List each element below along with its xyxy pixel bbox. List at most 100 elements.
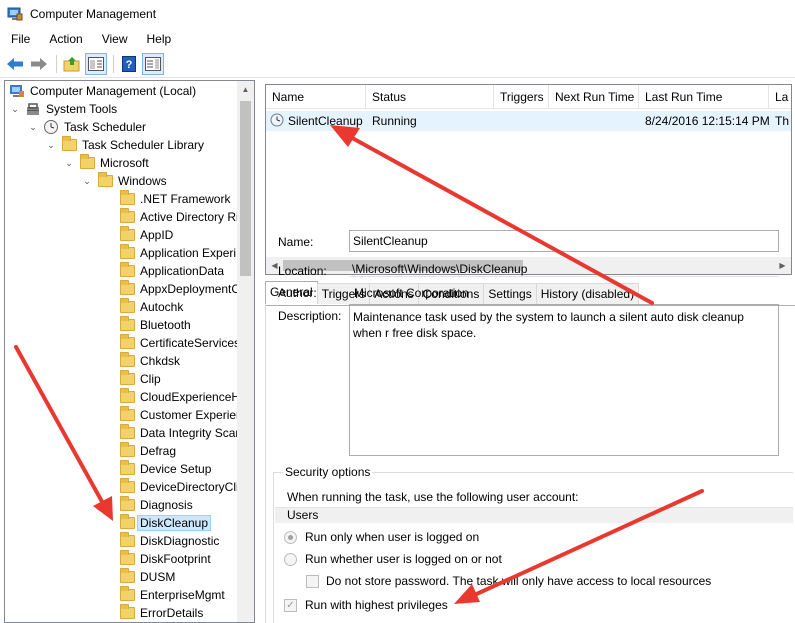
tree-item-label: Customer Experier: [140, 408, 241, 422]
chevron-down-icon[interactable]: ⌄: [81, 176, 93, 187]
show-action-pane-button[interactable]: [142, 52, 164, 75]
tab-history[interactable]: History (disabled): [535, 283, 640, 304]
show-hide-tree-button[interactable]: [85, 52, 107, 75]
tree-item-task-scheduler-library[interactable]: ⌄ Task Scheduler Library: [45, 136, 204, 154]
scroll-up-arrow-icon[interactable]: ▲: [237, 81, 254, 98]
scrollbar-thumb[interactable]: [240, 101, 251, 276]
author-label: Author:: [278, 286, 317, 300]
tree-item-folder[interactable]: AppID: [119, 226, 173, 244]
column-header-status[interactable]: Status: [366, 85, 494, 109]
tree-item-folder[interactable]: Application Experi: [119, 244, 236, 262]
checkbox-run-highest-privileges-label: Run with highest privileges: [305, 598, 448, 612]
folder-icon: [119, 208, 135, 225]
folder-icon: [119, 568, 135, 585]
tree-item-label: DUSM: [140, 570, 176, 584]
tree-item-diskcleanup[interactable]: DiskCleanup: [119, 514, 212, 532]
tree-item-folder[interactable]: CertificateServices: [119, 334, 240, 352]
tree-item-label: Bluetooth: [140, 318, 191, 332]
folder-icon: [119, 388, 135, 405]
folder-icon: [97, 172, 113, 189]
tree-item-folder[interactable]: Clip: [119, 370, 161, 388]
column-header-last-run-time[interactable]: Last Run Time: [639, 85, 769, 109]
help-button[interactable]: ?: [118, 53, 140, 75]
menu-action[interactable]: Action: [38, 32, 90, 46]
table-row[interactable]: SilentCleanup Running 8/24/2016 12:15:14…: [266, 111, 791, 131]
tree-item-label: System Tools: [46, 102, 118, 116]
radio-run-only-logged-on[interactable]: [284, 531, 297, 544]
tree-item-folder[interactable]: DeviceDirectoryCli: [119, 478, 239, 496]
chevron-down-icon[interactable]: ⌄: [45, 140, 57, 151]
tree-item-folder[interactable]: AppxDeploymentC: [119, 280, 240, 298]
description-label: Description:: [278, 309, 342, 323]
checkbox-do-not-store-password[interactable]: [306, 575, 319, 588]
details-pane: Name Status Triggers Next Run Time Last …: [263, 80, 795, 623]
tree-item-microsoft[interactable]: ⌄ Microsoft: [63, 154, 149, 172]
tree-item-label: Diagnosis: [140, 498, 193, 512]
forward-icon: [31, 57, 47, 70]
description-field[interactable]: Maintenance task used by the system to l…: [349, 304, 779, 456]
column-header-triggers[interactable]: Triggers: [494, 85, 549, 109]
up-folder-button[interactable]: [61, 53, 83, 75]
tree-item-folder[interactable]: Defrag: [119, 442, 176, 460]
tree-item-folder[interactable]: .NET Framework: [119, 190, 230, 208]
folder-icon: [119, 514, 135, 531]
tree-item-label: Data Integrity Scar: [140, 426, 240, 440]
toolbar-separator: [113, 54, 114, 73]
tree-item-folder[interactable]: Active Directory Ri: [119, 208, 239, 226]
tree-item-computer-management[interactable]: Computer Management (Local): [9, 82, 196, 100]
tree-item-folder[interactable]: Diagnosis: [119, 496, 193, 514]
tree-item-label: Task Scheduler Library: [82, 138, 205, 152]
security-options-legend: Security options: [283, 465, 373, 479]
tree-item-system-tools[interactable]: ⌄ System Tools: [9, 100, 117, 118]
tree-item-folder[interactable]: DiskDiagnostic: [119, 532, 219, 550]
forward-button[interactable]: [28, 53, 50, 75]
column-header-name[interactable]: Name: [266, 85, 366, 109]
tree-item-folder[interactable]: EnterpriseMgmt: [119, 586, 225, 604]
tree-item-label: CloudExperienceH: [140, 390, 241, 404]
tree-item-label: Application Experi: [140, 246, 237, 260]
tree-item-folder[interactable]: DUSM: [119, 568, 175, 586]
user-account-prompt: When running the task, use the following…: [287, 490, 579, 504]
tree-item-folder[interactable]: CloudExperienceH: [119, 388, 240, 406]
back-button[interactable]: [4, 53, 26, 75]
tree-item-folder[interactable]: DiskFootprint: [119, 550, 211, 568]
tree-item-label: Device Setup: [140, 462, 212, 476]
folder-icon: [119, 478, 135, 495]
chevron-down-icon[interactable]: ⌄: [63, 158, 75, 169]
folder-icon: [119, 298, 135, 315]
tree-item-folder[interactable]: Data Integrity Scar: [119, 424, 239, 442]
menu-file[interactable]: File: [0, 32, 38, 46]
tree-item-label: Chkdsk: [140, 354, 181, 368]
tab-settings[interactable]: Settings: [483, 283, 537, 304]
tree-vertical-scrollbar[interactable]: ▲: [237, 81, 254, 622]
console-tree[interactable]: Computer Management (Local) ⌄ System Too…: [4, 80, 255, 623]
chevron-down-icon[interactable]: ⌄: [9, 104, 21, 115]
tree-item-folder[interactable]: Chkdsk: [119, 352, 180, 370]
tree-item-folder[interactable]: Autochk: [119, 298, 183, 316]
task-list-header: Name Status Triggers Next Run Time Last …: [266, 85, 791, 109]
tree-item-folder[interactable]: Customer Experier: [119, 406, 240, 424]
folder-icon: [119, 316, 135, 333]
name-field[interactable]: SilentCleanup: [349, 230, 779, 252]
tree-item-folder[interactable]: ApplicationData: [119, 262, 224, 280]
task-name: SilentCleanup: [288, 114, 363, 128]
tree-item-label: Windows: [118, 174, 167, 188]
column-header-next-run-time[interactable]: Next Run Time: [549, 85, 639, 109]
menu-help[interactable]: Help: [136, 32, 180, 46]
radio-run-whether-logged-on[interactable]: [284, 553, 297, 566]
tree-item-label: ApplicationData: [140, 264, 225, 278]
folder-icon: [119, 586, 135, 603]
tree-item-task-scheduler[interactable]: ⌄ Task Scheduler: [27, 118, 146, 136]
folder-icon: [119, 190, 135, 207]
tree-item-folder[interactable]: ErrorDetails: [119, 604, 203, 622]
menu-view[interactable]: View: [91, 32, 136, 46]
tree-item-windows[interactable]: ⌄ Windows: [81, 172, 167, 190]
checkbox-run-highest-privileges[interactable]: ✓: [284, 599, 297, 612]
tree-item-folder[interactable]: Device Setup: [119, 460, 211, 478]
tree-item-folder[interactable]: Bluetooth: [119, 316, 191, 334]
chevron-down-icon[interactable]: ⌄: [27, 122, 39, 133]
column-header-last-result[interactable]: La: [769, 85, 791, 109]
tree-item-label: .NET Framework: [140, 192, 231, 206]
tree-item-label: Active Directory Ri: [140, 210, 239, 224]
window-title: Computer Management: [30, 6, 157, 21]
